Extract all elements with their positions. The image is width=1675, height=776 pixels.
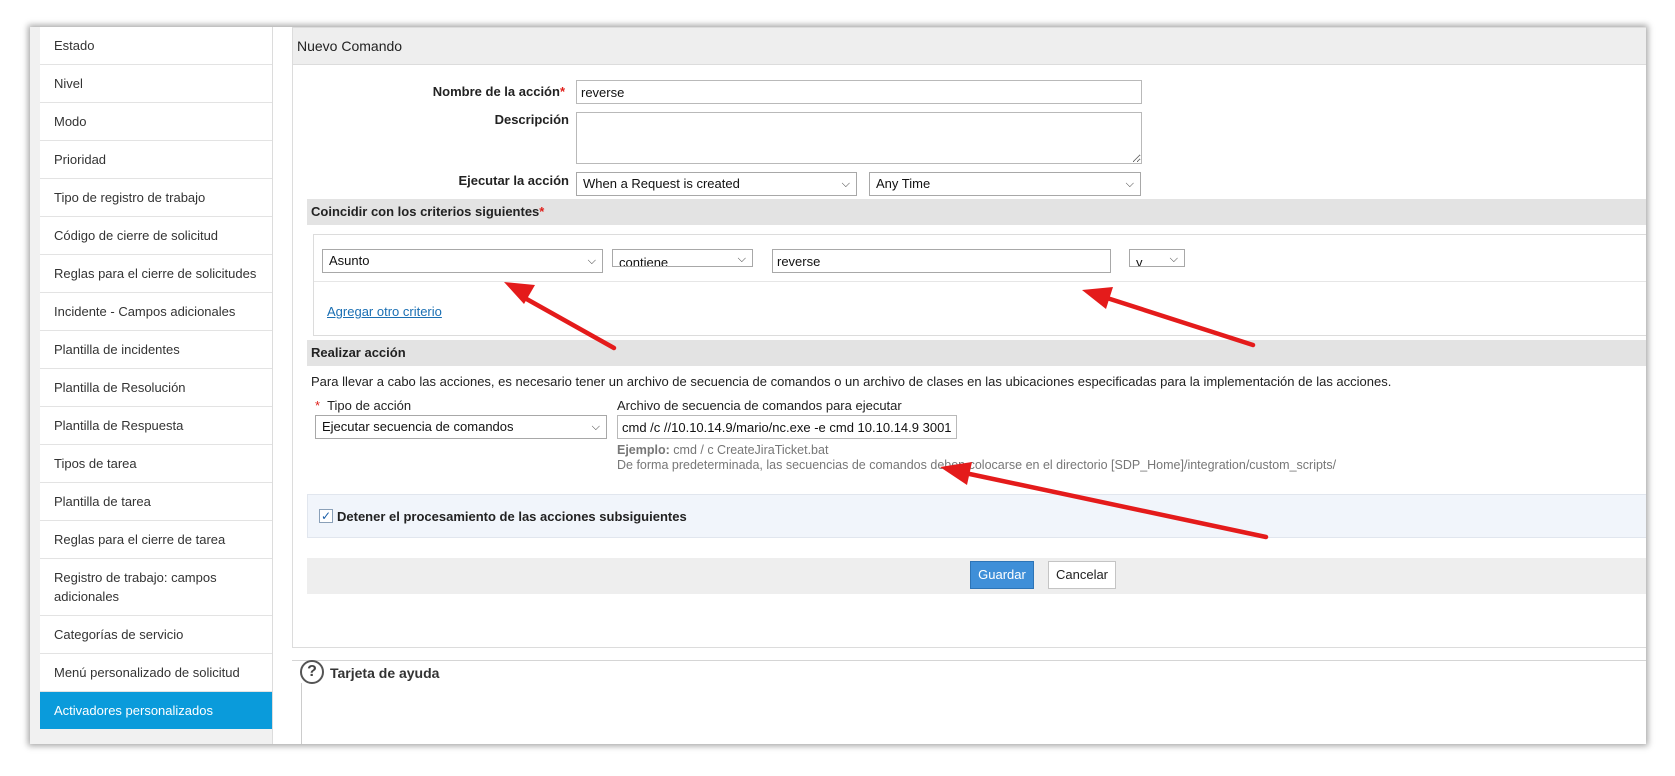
criteria-box: Asunto ⌵ contiene ⌵ y ⌵ Agregar otro cri… — [313, 234, 1646, 336]
sidebar-item-activadores-personalizados[interactable]: Activadores personalizados — [40, 692, 272, 729]
sidebar-item-codigo-cierre[interactable]: Código de cierre de solicitud — [40, 217, 272, 255]
sidebar-item-plantilla-respuesta[interactable]: Plantilla de Respuesta — [40, 407, 272, 445]
action-description: Para llevar a cabo las acciones, es nece… — [311, 374, 1392, 389]
description-textarea[interactable] — [576, 112, 1142, 164]
criteria-conjunction-select[interactable]: y ⌵ — [1129, 249, 1185, 267]
criteria-field-value: Asunto — [329, 253, 370, 268]
criteria-operator-select[interactable]: contiene ⌵ — [612, 249, 753, 267]
sidebar-item-nivel[interactable]: Nivel — [40, 65, 272, 103]
example-value: cmd / c CreateJiraTicket.bat — [673, 443, 829, 457]
required-mark: * — [559, 84, 565, 99]
chevron-down-icon: ⌵ — [591, 421, 600, 433]
sidebar-item-modo[interactable]: Modo — [40, 103, 272, 141]
sidebar-item-prioridad[interactable]: Prioridad — [40, 141, 272, 179]
criteria-header-text: Coincidir con los criterios siguientes — [311, 204, 540, 219]
page-title: Nuevo Comando — [293, 28, 1646, 65]
new-command-panel: Nuevo Comando Nombre de la acción* Descr… — [292, 27, 1646, 648]
help-question-icon[interactable]: ? — [300, 660, 324, 684]
sidebar-item-tipo-registro-trabajo[interactable]: Tipo de registro de trabajo — [40, 179, 272, 217]
action-name-input[interactable] — [576, 80, 1142, 104]
execute-time-value: Any Time — [876, 176, 931, 191]
sidebar-item-reglas-cierre-solicitudes[interactable]: Reglas para el cierre de solicitudes — [40, 255, 272, 293]
execute-label: Ejecutar la acción — [458, 173, 569, 188]
sidebar-item-reglas-cierre-tarea[interactable]: Reglas para el cierre de tarea — [40, 521, 272, 559]
app-window: Estado Nivel Modo Prioridad Tipo de regi… — [30, 27, 1646, 744]
action-type-value: Ejecutar secuencia de comandos — [322, 419, 514, 434]
action-header: Realizar acción — [307, 340, 1646, 366]
help-card-title: Tarjeta de ayuda — [330, 665, 440, 681]
stop-processing-bar: ✓ Detener el procesamiento de las accion… — [307, 494, 1646, 538]
criteria-row: Asunto ⌵ contiene ⌵ y ⌵ — [314, 235, 1646, 282]
name-label-text: Nombre de la acción — [432, 84, 560, 99]
required-mark: * — [539, 204, 545, 219]
help-card-frame — [301, 683, 1646, 744]
sidebar-item-plantilla-incidentes[interactable]: Plantilla de incidentes — [40, 331, 272, 369]
chevron-down-icon: ⌵ — [1169, 253, 1178, 265]
criteria-conjunction-value: y — [1136, 255, 1143, 267]
main-content: Nuevo Comando Nombre de la acción* Descr… — [292, 27, 1646, 744]
cancel-button[interactable]: Cancelar — [1048, 561, 1116, 589]
description-label: Descripción — [494, 112, 569, 127]
script-default-note: De forma predeterminada, las secuencias … — [617, 458, 1337, 472]
sidebar-item-categorias-servicio[interactable]: Categorías de servicio — [40, 616, 272, 654]
criteria-value-input[interactable] — [772, 249, 1111, 273]
criteria-field-select[interactable]: Asunto ⌵ — [322, 249, 603, 273]
chevron-down-icon: ⌵ — [737, 253, 746, 265]
save-button[interactable]: Guardar — [970, 561, 1034, 589]
chevron-down-icon: ⌵ — [841, 178, 850, 190]
example-label: Ejemplo: — [617, 443, 670, 457]
execute-time-select[interactable]: Any Time ⌵ — [869, 172, 1141, 196]
sidebar-item-estado[interactable]: Estado — [40, 27, 272, 65]
criteria-operator-value: contiene — [619, 255, 669, 267]
sidebar-item-registro-trabajo-campos[interactable]: Registro de trabajo: campos adicionales — [40, 559, 272, 616]
criteria-header: Coincidir con los criterios siguientes* — [307, 199, 1646, 225]
sidebar-item-tipos-tarea[interactable]: Tipos de tarea — [40, 445, 272, 483]
name-label: Nombre de la acción* — [293, 84, 565, 99]
script-file-label: Archivo de secuencia de comandos para ej… — [617, 398, 902, 413]
required-mark: * — [315, 398, 321, 413]
action-type-label-text: Tipo de acción — [327, 398, 412, 413]
button-bar: Guardar Cancelar — [307, 558, 1646, 594]
sidebar-item-plantilla-tarea[interactable]: Plantilla de tarea — [40, 483, 272, 521]
sidebar-item-incidente-campos[interactable]: Incidente - Campos adicionales — [40, 293, 272, 331]
sidebar-list: Estado Nivel Modo Prioridad Tipo de regi… — [40, 27, 272, 729]
execute-when-value: When a Request is created — [583, 176, 740, 191]
stop-processing-label: Detener el procesamiento de las acciones… — [337, 509, 687, 524]
stop-processing-checkbox[interactable]: ✓ — [319, 509, 333, 523]
script-example: Ejemplo: cmd / c CreateJiraTicket.bat — [617, 443, 828, 457]
chevron-down-icon: ⌵ — [587, 255, 596, 267]
sidebar: Estado Nivel Modo Prioridad Tipo de regi… — [30, 27, 273, 744]
action-type-select[interactable]: Ejecutar secuencia de comandos ⌵ — [315, 415, 607, 439]
action-type-label: * Tipo de acción — [315, 398, 411, 413]
script-file-input[interactable] — [617, 415, 957, 439]
chevron-down-icon: ⌵ — [1125, 178, 1134, 190]
execute-when-select[interactable]: When a Request is created ⌵ — [576, 172, 857, 196]
sidebar-item-menu-personalizado[interactable]: Menú personalizado de solicitud — [40, 654, 272, 692]
help-card: ? Tarjeta de ayuda — [292, 660, 1646, 744]
sidebar-item-plantilla-resolucion[interactable]: Plantilla de Resolución — [40, 369, 272, 407]
add-criteria-link[interactable]: Agregar otro criterio — [327, 304, 442, 319]
